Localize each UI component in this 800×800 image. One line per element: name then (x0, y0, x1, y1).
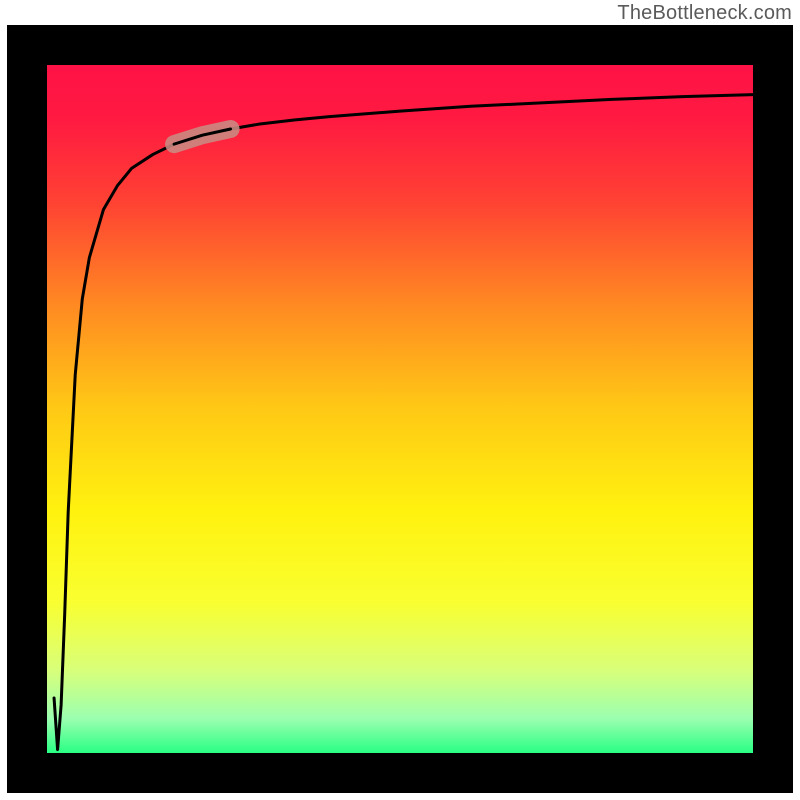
plot-background (47, 65, 753, 753)
attribution-text: TheBottleneck.com (617, 2, 792, 25)
chart-container: TheBottleneck.com (0, 0, 800, 800)
bottleneck-chart (0, 0, 800, 800)
